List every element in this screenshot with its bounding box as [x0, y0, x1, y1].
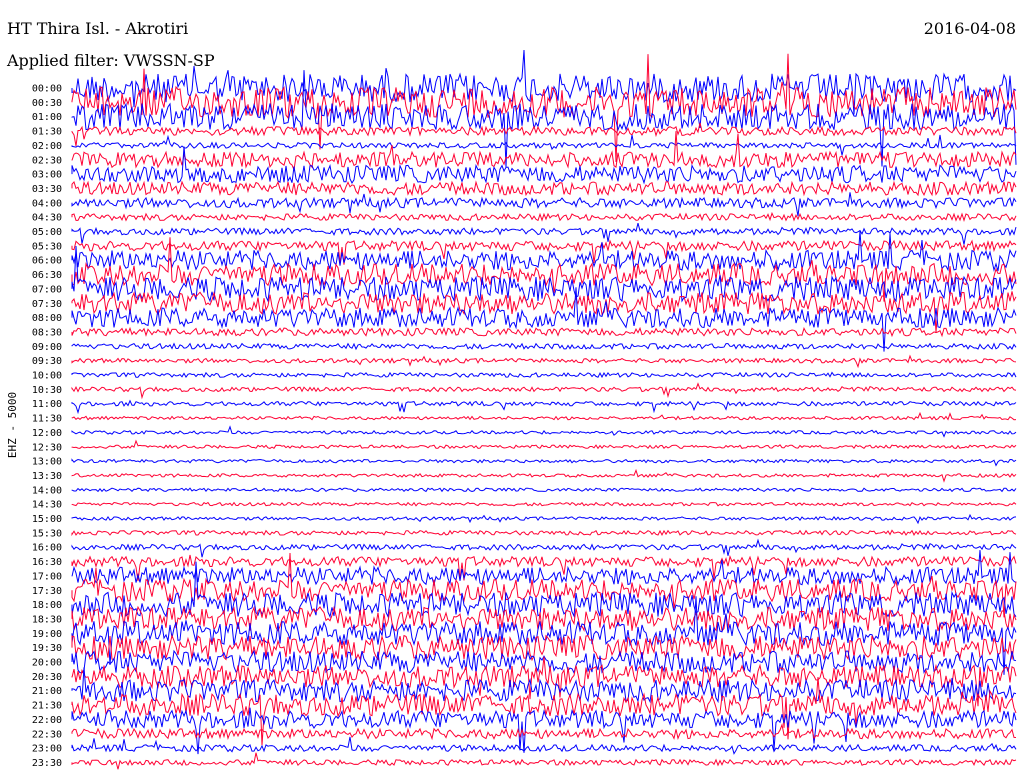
tick-label-1300: 13:00	[32, 457, 62, 468]
time-tick-labels: 00:00 00:30 01:00 01:30 02:00 02:30 03:00 03:30…	[32, 84, 62, 769]
tick-label-0630: 06:30	[32, 270, 62, 281]
filter-label: Applied filter: VWSSN-SP	[6, 51, 215, 70]
tick-label-1100: 11:00	[32, 399, 62, 410]
tick-label-1030: 10:30	[32, 385, 62, 396]
trace-row-1700	[71, 550, 1017, 587]
trace-row-0400	[71, 192, 1017, 217]
tick-label-1400: 14:00	[32, 485, 62, 496]
tick-label-1930: 19:30	[32, 643, 62, 654]
tick-label-1330: 13:30	[32, 471, 62, 482]
tick-label-2100: 21:00	[32, 686, 62, 697]
trace-row-1100	[71, 399, 1017, 415]
seismic-traces	[71, 49, 1017, 770]
tick-label-2130: 21:30	[32, 701, 62, 712]
tick-label-0330: 03:30	[32, 184, 62, 195]
tick-label-0900: 09:00	[32, 342, 62, 353]
tick-label-1500: 15:00	[32, 514, 62, 525]
tick-label-0200: 02:00	[32, 141, 62, 152]
trace-row-1630	[71, 554, 1017, 582]
tick-label-0030: 00:30	[32, 98, 62, 109]
tick-label-1230: 12:30	[32, 442, 62, 453]
trace-row-1400	[71, 487, 1017, 493]
tick-label-0530: 05:30	[32, 241, 62, 252]
tick-label-2230: 22:30	[32, 729, 62, 740]
tick-label-1530: 15:30	[32, 528, 62, 539]
tick-label-0130: 01:30	[32, 127, 62, 138]
tick-label-1730: 17:30	[32, 586, 62, 597]
trace-row-0130	[71, 122, 1017, 147]
trace-row-1530	[71, 529, 1017, 537]
trace-row-2330	[71, 752, 1017, 770]
trace-row-1230	[71, 439, 1017, 450]
tick-label-0600: 06:00	[32, 256, 62, 267]
tick-label-0500: 05:00	[32, 227, 62, 238]
tick-label-0000: 00:00	[32, 84, 62, 95]
tick-label-0830: 08:30	[32, 327, 62, 338]
tick-label-0430: 04:30	[32, 213, 62, 224]
trace-row-1330	[71, 468, 1017, 483]
channel-label: EHZ - 5000	[6, 392, 19, 458]
trace-row-1000	[71, 371, 1017, 379]
trace-row-1300	[71, 458, 1017, 467]
trace-row-0500	[71, 222, 1017, 245]
tick-label-2030: 20:30	[32, 672, 62, 683]
trace-row-2300	[71, 736, 1017, 755]
helicorder-chart: HT Thira Isl. - Akrotiri Applied filter:…	[6, 19, 1017, 770]
trace-row-0430	[71, 211, 1017, 222]
trace-row-1130	[71, 411, 1017, 421]
date-label: 2016-04-08	[924, 19, 1016, 38]
tick-label-2300: 23:00	[32, 744, 62, 755]
tick-label-1000: 10:00	[32, 371, 62, 382]
tick-label-1430: 14:30	[32, 500, 62, 511]
trace-row-2030	[71, 656, 1017, 707]
tick-label-1800: 18:00	[32, 600, 62, 611]
tick-label-1830: 18:30	[32, 614, 62, 625]
tick-label-0800: 08:00	[32, 313, 62, 324]
tick-label-1200: 12:00	[32, 428, 62, 439]
trace-row-1200	[71, 425, 1017, 438]
tick-label-0400: 04:00	[32, 198, 62, 209]
tick-label-0100: 01:00	[32, 112, 62, 123]
trace-row-1430	[71, 501, 1017, 507]
trace-row-0930	[71, 354, 1017, 369]
station-title: HT Thira Isl. - Akrotiri	[7, 19, 188, 38]
trace-row-0100	[71, 70, 1017, 168]
tick-label-0700: 07:00	[32, 284, 62, 295]
trace-row-0230	[71, 131, 1017, 172]
tick-label-0730: 07:30	[32, 299, 62, 310]
trace-row-0330	[71, 180, 1017, 197]
trace-row-0200	[71, 134, 1017, 156]
trace-row-0600	[71, 231, 1017, 272]
tick-label-1700: 17:00	[32, 571, 62, 582]
tick-label-0930: 09:30	[32, 356, 62, 367]
trace-row-1600	[71, 538, 1017, 558]
tick-label-0300: 03:00	[32, 170, 62, 181]
tick-label-2200: 22:00	[32, 715, 62, 726]
tick-label-1600: 16:00	[32, 543, 62, 554]
trace-row-0300	[71, 146, 1017, 185]
trace-row-0830	[71, 326, 1017, 338]
trace-row-0900	[71, 342, 1017, 351]
trace-row-1500	[71, 513, 1017, 525]
tick-label-0230: 02:30	[32, 155, 62, 166]
tick-label-1630: 16:30	[32, 557, 62, 568]
trace-row-1830	[71, 605, 1017, 633]
tick-label-2330: 23:30	[32, 758, 62, 769]
tick-label-1130: 11:30	[32, 414, 62, 425]
tick-label-1900: 19:00	[32, 629, 62, 640]
tick-label-2000: 20:00	[32, 658, 62, 669]
trace-row-1030	[71, 382, 1017, 400]
